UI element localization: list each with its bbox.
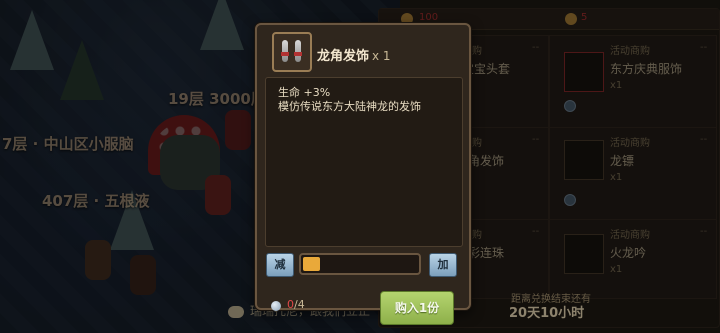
dragon-horn-icon bbox=[272, 32, 312, 72]
owned-current: 0 bbox=[287, 298, 294, 311]
item-description: 模仿传说东方大陆神龙的发饰 bbox=[278, 100, 421, 113]
quantity-slider[interactable] bbox=[299, 253, 421, 275]
description-panel: 生命 +3% 模仿传说东方大陆神龙的发饰 bbox=[265, 77, 463, 247]
owned-total: /4 bbox=[294, 298, 305, 311]
item-name: 龙角发饰 bbox=[317, 49, 370, 64]
gem-icon bbox=[271, 301, 281, 311]
owned-count: 0/4 bbox=[287, 298, 305, 311]
increase-button[interactable]: 加 bbox=[429, 253, 457, 277]
quantity-slider-fill[interactable] bbox=[303, 257, 321, 271]
item-title: 龙角发饰 x 1 bbox=[317, 45, 391, 64]
item-quantity: x 1 bbox=[372, 49, 391, 63]
purchase-dialog: 龙角发饰 x 1 生命 +3% 模仿传说东方大陆神龙的发饰 减 加 0/4 购入1… bbox=[255, 23, 471, 325]
decrease-button[interactable]: 减 bbox=[266, 253, 294, 277]
buy-button[interactable]: 购入1份 bbox=[380, 291, 454, 325]
